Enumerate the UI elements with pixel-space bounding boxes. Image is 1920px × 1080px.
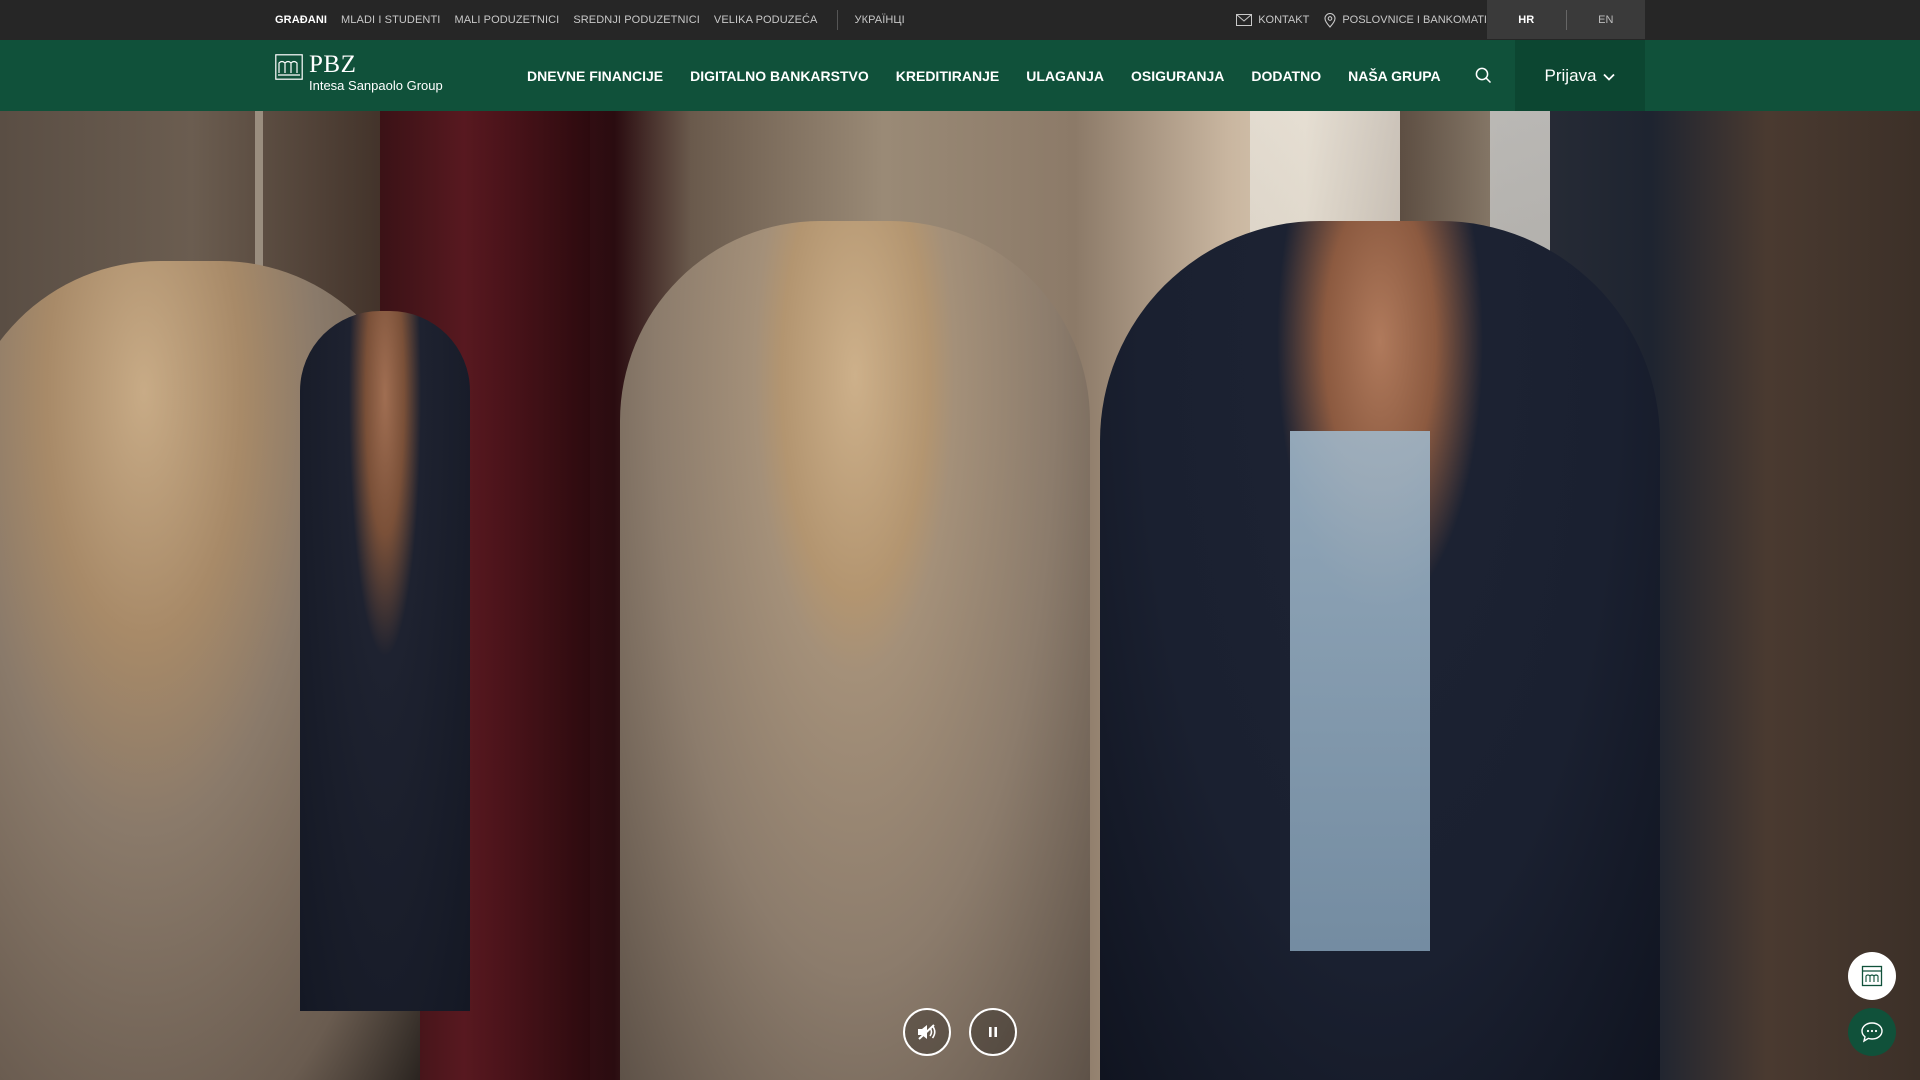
segment-links: GRAĐANI MLADI I STUDENTI MALI PODUZETNIC… bbox=[275, 0, 919, 40]
logo-text: PBZ Intesa Sanpaolo Group bbox=[309, 51, 443, 94]
video-scene-man-reflection bbox=[300, 311, 470, 1011]
envelope-icon bbox=[1236, 14, 1253, 26]
pbz-logo[interactable]: PBZ Intesa Sanpaolo Group bbox=[275, 51, 443, 94]
language-switcher: HR EN bbox=[1487, 0, 1645, 39]
calculator-button[interactable] bbox=[1848, 952, 1896, 1000]
logo-group: Intesa Sanpaolo Group bbox=[309, 78, 443, 93]
main-menu: DNEVNE FINANCIJE DIGITALNO BANKARSTVO KR… bbox=[527, 40, 1468, 111]
chat-button[interactable] bbox=[1848, 1008, 1896, 1056]
bank-logo-icon bbox=[275, 54, 303, 80]
segment-link-srednji-poduzetnici[interactable]: SREDNJI PODUZETNICI bbox=[573, 14, 700, 26]
utility-links: KONTAKT POSLOVNICE I BANKOMATI bbox=[1221, 0, 1487, 40]
segment-link-mali-poduzetnici[interactable]: MALI PODUZETNICI bbox=[454, 14, 559, 26]
language-en[interactable]: EN bbox=[1567, 14, 1646, 26]
segment-link-mladi-i-studenti[interactable]: MLADI I STUDENTI bbox=[341, 14, 440, 26]
language-hr[interactable]: HR bbox=[1487, 14, 1566, 26]
menu-digitalno-bankarstvo[interactable]: DIGITALNO BANKARSTVO bbox=[690, 68, 869, 84]
branches-label: POSLOVNICE I BANKOMATI bbox=[1342, 14, 1487, 26]
menu-osiguranja[interactable]: OSIGURANJA bbox=[1131, 68, 1224, 84]
pause-button[interactable] bbox=[969, 1008, 1017, 1056]
location-pin-icon bbox=[1324, 12, 1336, 28]
login-button[interactable]: Prijava bbox=[1515, 40, 1645, 111]
chat-bubble-icon bbox=[1861, 1022, 1883, 1043]
video-scene-man-shirt bbox=[1290, 431, 1430, 951]
contact-link[interactable]: KONTAKT bbox=[1236, 14, 1309, 26]
hero-video[interactable] bbox=[0, 111, 1920, 1080]
top-utility-bar: GRAĐANI MLADI I STUDENTI MALI PODUZETNIC… bbox=[0, 0, 1920, 40]
mute-button[interactable] bbox=[903, 1008, 951, 1056]
segment-divider bbox=[836, 10, 838, 30]
video-scene-woman bbox=[620, 221, 1090, 1080]
pause-icon bbox=[989, 1027, 997, 1037]
calculator-icon bbox=[1861, 965, 1883, 987]
search-button[interactable] bbox=[1471, 63, 1495, 87]
logo-name: PBZ bbox=[309, 51, 357, 78]
menu-kreditiranje[interactable]: KREDITIRANJE bbox=[896, 68, 999, 84]
login-label: Prijava bbox=[1544, 65, 1597, 85]
search-icon bbox=[1475, 67, 1491, 83]
contact-label: KONTAKT bbox=[1258, 14, 1310, 26]
speaker-muted-icon bbox=[918, 1024, 936, 1040]
menu-nasa-grupa[interactable]: NAŠA GRUPA bbox=[1348, 68, 1441, 84]
main-navigation: PBZ Intesa Sanpaolo Group DNEVNE FINANCI… bbox=[0, 40, 1920, 111]
menu-dodatno[interactable]: DODATNO bbox=[1251, 68, 1321, 84]
menu-ulaganja[interactable]: ULAGANJA bbox=[1026, 68, 1104, 84]
menu-dnevne-financije[interactable]: DNEVNE FINANCIJE bbox=[527, 68, 663, 84]
ukrainian-link[interactable]: УКРАЇНЦІ bbox=[855, 14, 905, 26]
chevron-down-icon bbox=[1603, 73, 1616, 81]
segment-link-velika-poduzeca[interactable]: VELIKA PODUZEĆA bbox=[714, 14, 818, 26]
branches-link[interactable]: POSLOVNICE I BANKOMATI bbox=[1324, 12, 1487, 28]
segment-link-gradani[interactable]: GRAĐANI bbox=[275, 14, 327, 26]
